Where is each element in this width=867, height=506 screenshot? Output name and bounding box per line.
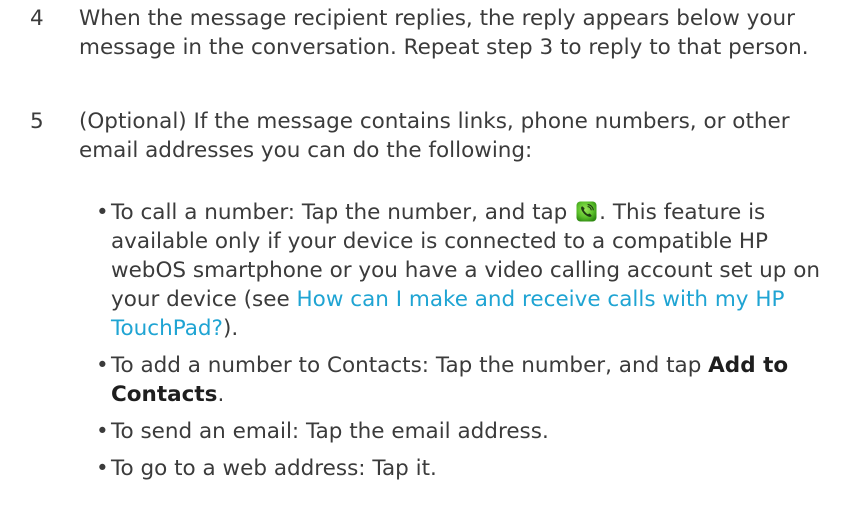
bullet: •: [96, 200, 109, 225]
see-text: your device (see: [111, 287, 297, 312]
add-to-contacts-label: Add to: [708, 353, 789, 378]
help-link-calls[interactable]: How can I make and receive calls with my…: [297, 287, 785, 312]
list-item-web-address: • To go to a web address: Tap it.: [96, 454, 856, 483]
step-text: When the message recipient replies, the …: [79, 4, 859, 62]
send-email-text: To send an email: Tap the email address.: [111, 419, 549, 444]
bullet-2-line-2: Contacts.: [111, 380, 856, 409]
help-link-calls-cont[interactable]: TouchPad?: [111, 316, 223, 341]
web-address-text: To go to a web address: Tap it.: [111, 456, 437, 481]
options-list: • To call a number: Tap the number, and …: [96, 198, 856, 491]
call-text-tail: . This feature is: [599, 200, 766, 225]
step-text: (Optional) If the message contains links…: [79, 107, 859, 165]
add-contact-tail: .: [217, 382, 225, 407]
list-item-call-number: • To call a number: Tap the number, and …: [96, 198, 856, 343]
see-text-tail: ).: [222, 316, 239, 341]
list-item-add-contact: • To add a number to Contacts: Tap the n…: [96, 351, 856, 409]
bullet-1-line-5: TouchPad?).: [111, 314, 856, 343]
list-item-send-email: • To send an email: Tap the email addres…: [96, 417, 856, 446]
bullet-1-line-4: your device (see How can I make and rece…: [111, 285, 856, 314]
bullet: •: [96, 419, 109, 444]
bullet-1-line-3: webOS smartphone or you have a video cal…: [111, 258, 820, 283]
bullet-1-line-1: To call a number: Tap the number, and ta…: [111, 198, 856, 227]
step-number: 4: [30, 6, 44, 31]
phone-call-icon: [576, 201, 597, 222]
step-4-line-2: message in the conversation. Repeat step…: [79, 35, 809, 60]
bullet: •: [96, 353, 109, 378]
call-text: To call a number: Tap the number, and ta…: [111, 200, 575, 225]
step-5-line-1: (Optional) If the message contains links…: [79, 109, 790, 134]
step-number: 5: [30, 109, 44, 134]
add-to-contacts-label-cont: Contacts: [111, 382, 218, 407]
bullet-1-line-2: available only if your device is connect…: [111, 229, 769, 254]
add-contact-text: To add a number to Contacts: Tap the num…: [111, 353, 709, 378]
step-5-line-2: email addresses you can do the following…: [79, 138, 533, 163]
bullet-2-line-1: To add a number to Contacts: Tap the num…: [111, 351, 856, 380]
bullet: •: [96, 456, 109, 481]
step-4-line-1: When the message recipient replies, the …: [79, 6, 795, 31]
